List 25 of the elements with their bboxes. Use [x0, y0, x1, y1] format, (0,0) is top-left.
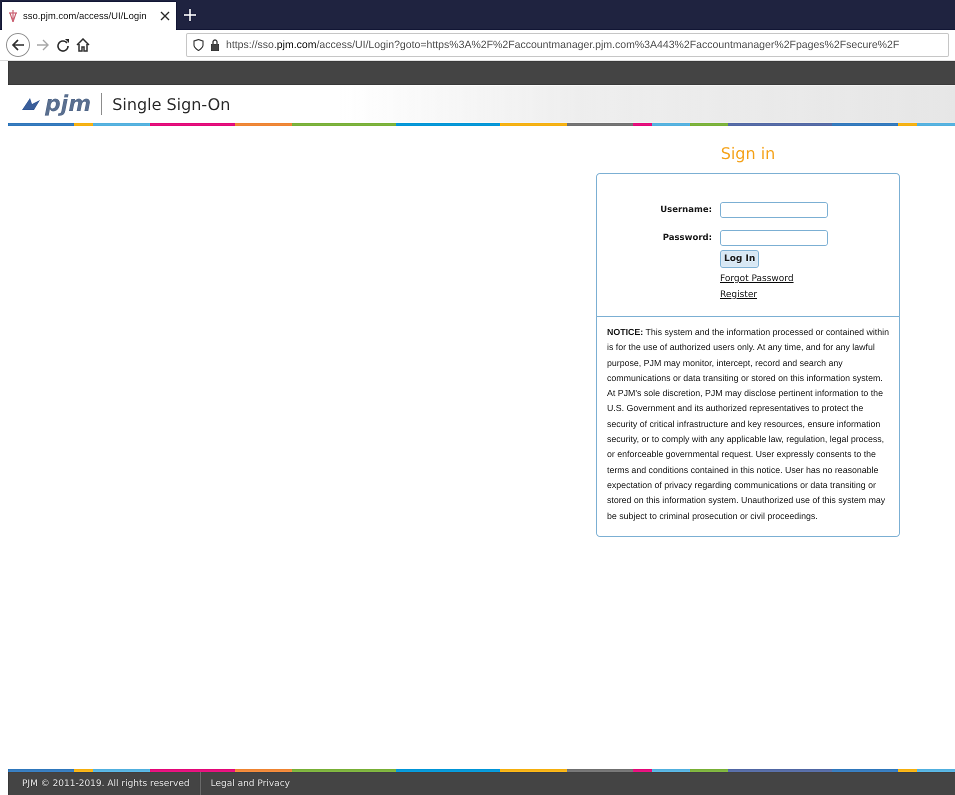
- copyright-text: PJM © 2011-2019. All rights reserved: [22, 778, 190, 788]
- footer-link[interactable]: Legal and Privacy: [210, 778, 290, 788]
- field-label: Password:: [662, 233, 712, 243]
- logo: pjm: [20, 92, 92, 116]
- field-label: Username:: [660, 205, 712, 215]
- back-arrow-icon: [11, 38, 25, 52]
- browser-tab[interactable]: sso.pjm.com/access/UI/Login: [2, 2, 176, 30]
- link[interactable]: Forgot Password: [720, 274, 794, 284]
- home-icon[interactable]: [76, 38, 90, 52]
- url-text: https://sso.pjm.com/access/UI/Login?goto=https%3A%2F%2Faccountmanager.pjm.com%3A443%2Faccountmanager%2Fpages%2Fsecure%2F: [226, 39, 900, 51]
- lock-icon: [210, 39, 220, 51]
- plus-icon[interactable]: [184, 9, 196, 21]
- sign-in-heading: Sign in: [720, 144, 776, 163]
- reload-icon[interactable]: [56, 38, 70, 52]
- shield-icon: [193, 39, 204, 51]
- back-button[interactable]: [6, 33, 30, 57]
- notice-text: NOTICE: This system and the information processed or contained within is for the use of authorized users only. At any time, and for any lawful purpose, PJM may monitor, intercept, record and search any communications or data transiting or stored on this information system. At PJM's sole discretion, PJM may disclose pertinent information to the U.S. Government and its authorized representatives to protect the security of critical infrastructure and key resources, ensure information security, or to comply with any applicable law, regulation, legal process, or enforceable governmental request. User expressly consents to the terms and conditions contained in this notice. User has no reasonable expectation of privacy regarding communications or data transiting or stored on this information system. Unauthorized use of this system may be subject to criminal prosecution or civil proceedings.: [606, 326, 890, 523]
- site-title: Single Sign-On: [112, 94, 230, 114]
- address-bar[interactable]: https://sso.pjm.com/access/UI/Login?goto=https%3A%2F%2Faccountmanager.pjm.com%3A443%2Faccountmanager%2Fpages%2Fsecure%2F: [186, 33, 949, 57]
- tower-icon: [8, 10, 18, 22]
- close-icon[interactable]: [160, 11, 170, 21]
- login-button[interactable]: Log In: [720, 250, 760, 268]
- input-field[interactable]: [720, 202, 828, 218]
- link[interactable]: Register: [720, 290, 758, 300]
- input-field[interactable]: [720, 230, 828, 246]
